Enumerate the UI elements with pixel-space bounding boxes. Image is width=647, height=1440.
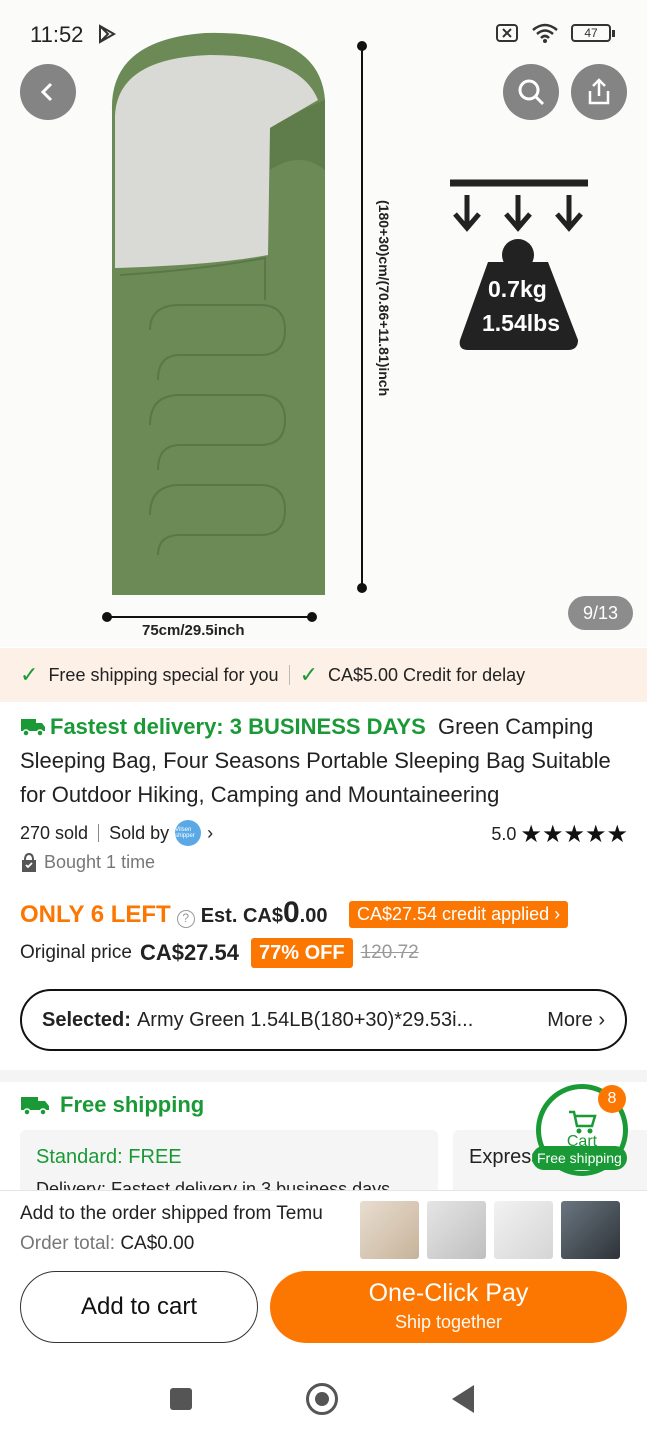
product-thumbnail[interactable] bbox=[561, 1201, 620, 1259]
bought-info: Bought 1 time bbox=[20, 852, 155, 873]
battery-icon: 47 bbox=[571, 24, 615, 42]
rating-value: 5.0 bbox=[491, 824, 517, 844]
add-to-cart-button[interactable]: Add to cart bbox=[20, 1271, 258, 1343]
divider bbox=[288, 665, 290, 685]
one-click-pay-button[interactable]: One-Click Pay Ship together bbox=[270, 1271, 627, 1343]
share-button[interactable] bbox=[571, 64, 627, 120]
sold-count: 270 sold bbox=[20, 822, 89, 843]
bought-label: Bought 1 time bbox=[44, 852, 156, 872]
discount-badge: 77% OFF bbox=[251, 938, 353, 968]
chevron-right-icon[interactable]: › bbox=[207, 823, 213, 844]
home-icon[interactable] bbox=[306, 1383, 338, 1415]
section-divider bbox=[0, 1070, 647, 1082]
product-thumbnail[interactable] bbox=[494, 1201, 553, 1259]
est-decimal: .00 bbox=[299, 905, 328, 927]
divider bbox=[98, 824, 100, 842]
credit-text: CA$27.54 credit applied bbox=[357, 904, 550, 924]
weight-kg-label: 0.7kg bbox=[488, 276, 547, 302]
sold-by-label[interactable]: Sold by bbox=[109, 823, 169, 844]
search-icon bbox=[518, 79, 545, 106]
order-total: Order total: CA$0.00 bbox=[20, 1233, 194, 1255]
promo-banner[interactable]: ✓ Free shipping special for you ✓ CA$5.0… bbox=[0, 648, 647, 702]
variant-selector[interactable]: Selected: Army Green 1.54LB(180+30)*29.5… bbox=[20, 989, 627, 1051]
no-sim-icon bbox=[496, 24, 518, 42]
selected-label: Selected: bbox=[42, 1008, 131, 1031]
bottom-action-bar: Add to the order shipped from Temu Order… bbox=[0, 1190, 647, 1358]
order-thumbnails[interactable] bbox=[360, 1201, 620, 1259]
back-icon[interactable] bbox=[452, 1385, 474, 1413]
image-counter: 9/13 bbox=[568, 596, 633, 630]
order-total-label: Order total: bbox=[20, 1233, 116, 1254]
play-store-icon bbox=[99, 24, 117, 44]
width-dimension-label: 75cm/29.5inch bbox=[142, 622, 245, 639]
status-time: 11:52 bbox=[30, 22, 84, 47]
credit-applied-badge[interactable]: CA$27.54 credit applied › bbox=[349, 901, 569, 928]
chevron-left-icon bbox=[40, 82, 53, 102]
star-rating-icon: ★★★★★ bbox=[520, 821, 628, 848]
order-total-value: CA$0.00 bbox=[120, 1233, 195, 1254]
pay-label: One-Click Pay bbox=[368, 1279, 529, 1307]
truck-icon bbox=[21, 1097, 49, 1116]
product-meta: 270 sold Sold by Vilsen shipper › 5.0 ★★… bbox=[20, 820, 628, 849]
cart-free-shipping-badge: Free shipping bbox=[532, 1146, 627, 1170]
original-price-row: Original price CA$27.54 77% OFF 120.72 bbox=[20, 938, 419, 968]
credit-promo: CA$5.00 Credit for delay bbox=[328, 664, 526, 685]
product-title: Fastest delivery: 3 BUSINESS DAYS Green … bbox=[20, 710, 630, 812]
order-info: Add to the order shipped from Temu bbox=[20, 1203, 323, 1224]
express-label: Express bbox=[469, 1146, 542, 1168]
shipping-header: Free shipping bbox=[20, 1092, 204, 1118]
product-thumbnail[interactable] bbox=[360, 1201, 419, 1259]
standard-shipping-label: Standard: FREE bbox=[36, 1146, 182, 1168]
weight-lbs-label: 1.54lbs bbox=[482, 310, 560, 336]
list-price: 120.72 bbox=[360, 942, 419, 963]
system-nav-bar bbox=[0, 1358, 647, 1440]
shipping-title: Free shipping bbox=[60, 1092, 205, 1117]
estimated-price: Est. CA$0.00 bbox=[201, 896, 328, 930]
free-shipping-promo: Free shipping special for you bbox=[48, 664, 279, 685]
est-integer: 0 bbox=[282, 896, 300, 929]
more-label: More bbox=[547, 1008, 593, 1031]
stock-warning: ONLY 6 LEFT bbox=[20, 901, 171, 928]
search-button[interactable] bbox=[503, 64, 559, 120]
original-price-label: Original price bbox=[20, 942, 132, 963]
selected-value: Army Green 1.54LB(180+30)*29.53i... bbox=[136, 1008, 474, 1031]
cart-count-badge: 8 bbox=[598, 1085, 626, 1113]
pay-sublabel: Ship together bbox=[394, 1312, 503, 1332]
est-prefix: Est. CA$ bbox=[200, 905, 283, 927]
help-icon[interactable]: ? bbox=[176, 910, 195, 928]
check-icon: ✓ bbox=[20, 662, 39, 687]
back-button[interactable] bbox=[20, 64, 76, 120]
truck-icon bbox=[21, 719, 45, 737]
status-bar: 11:52 47 bbox=[0, 0, 647, 70]
recents-icon[interactable] bbox=[170, 1388, 192, 1410]
check-icon: ✓ bbox=[299, 662, 318, 687]
more-button[interactable]: More › bbox=[547, 1009, 605, 1032]
fastest-delivery-label: Fastest delivery: 3 BUSINESS DAYS bbox=[50, 714, 426, 739]
wifi-icon bbox=[532, 23, 558, 43]
cart-icon bbox=[569, 1110, 597, 1134]
rating[interactable]: 5.0 ★★★★★ bbox=[491, 820, 628, 849]
shopping-bag-icon bbox=[22, 852, 36, 872]
length-dimension-label: (180+30)cm/(70.86+11.81)inch bbox=[376, 200, 392, 397]
original-price-amount: CA$27.54 bbox=[139, 940, 240, 965]
price-row: ONLY 6 LEFT ? Est. CA$0.00 bbox=[20, 896, 327, 930]
share-icon bbox=[588, 78, 610, 105]
product-thumbnail[interactable] bbox=[427, 1201, 486, 1259]
seller-logo[interactable]: Vilsen shipper bbox=[175, 820, 202, 846]
